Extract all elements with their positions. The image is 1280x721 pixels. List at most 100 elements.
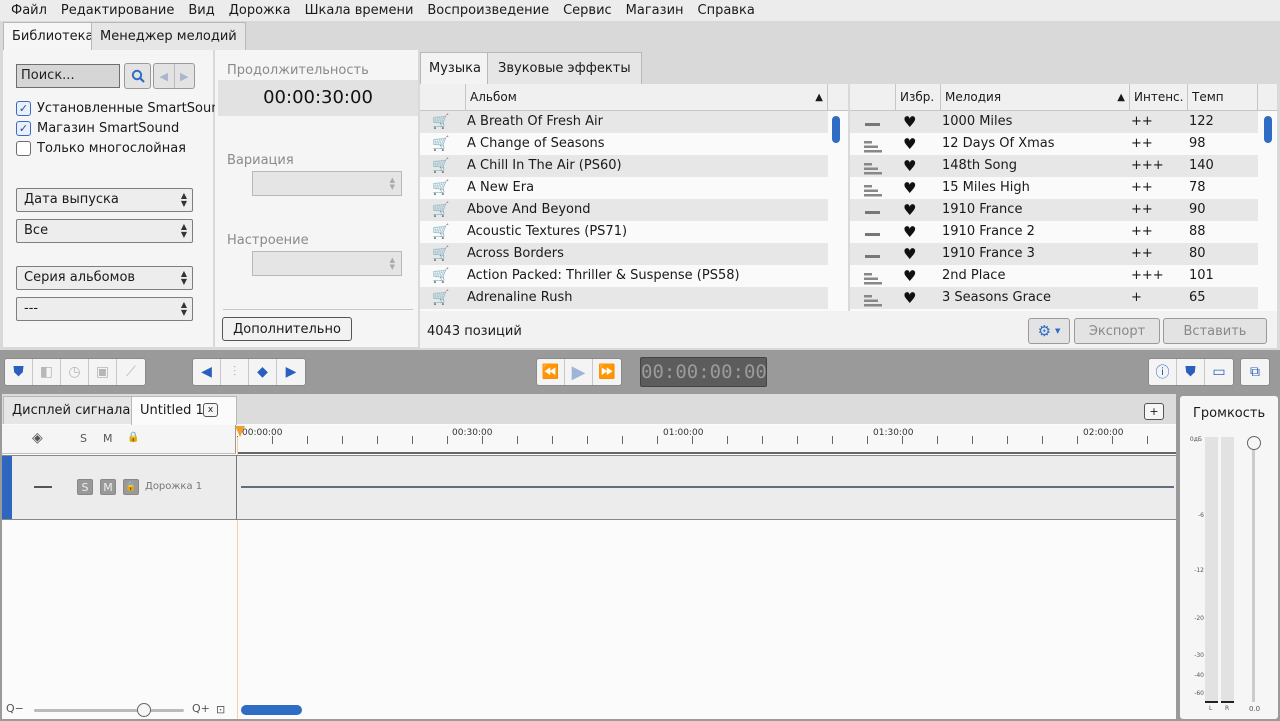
favorite-heart-icon[interactable]: ♥ [903,111,916,133]
tab-music[interactable]: Музыка [420,52,490,84]
song-row[interactable]: ♥ 1000 Miles ++ 122 [850,111,1258,133]
zoom-out-icon[interactable]: Q− [6,702,24,715]
album-row[interactable]: 🛒 Adrenaline Rush [420,287,828,309]
mute-all[interactable]: M [103,432,113,445]
checkbox-installed[interactable]: ✓ [16,100,31,116]
solo-all[interactable]: S [80,432,87,445]
track-mute-button[interactable]: M [100,479,116,495]
search-input[interactable]: Поиск... [16,64,120,88]
album-row[interactable]: 🛒 A Breath Of Fresh Air [420,111,828,133]
fit-icon[interactable]: ⊡ [216,703,225,716]
cart-icon[interactable]: 🛒 [432,114,449,130]
tab-project[interactable]: Untitled 1 [131,396,237,425]
menu-store[interactable]: Магазин [619,0,691,21]
cart-icon[interactable]: 🛒 [432,224,449,240]
prev-result-icon[interactable]: ◀ [154,64,175,88]
song-row[interactable]: ♥ 1910 France ++ 90 [850,199,1258,221]
close-tab-button[interactable]: x [203,403,218,417]
variation-select[interactable]: ▲ ▼ [252,171,402,196]
menu-playback[interactable]: Воспроизведение [420,0,556,21]
sort-range-select[interactable]: Все ▲ ▼ [16,219,193,243]
cart-icon[interactable]: 🛒 [432,202,449,218]
layers-icon[interactable]: ◈ [32,430,43,446]
duration-value[interactable]: 00:00:30:00 [218,80,418,116]
zoom-slider-track[interactable] [34,709,184,712]
volume-slider-handle[interactable] [1247,436,1261,450]
menu-view[interactable]: Вид [181,0,221,21]
mood-select[interactable]: ▲ ▼ [252,251,402,276]
volume-slider-track[interactable] [1252,444,1255,702]
lock-icon[interactable]: 🔒 [127,432,139,443]
fav-col-header[interactable]: Избр. [896,84,941,111]
favorite-heart-icon[interactable]: ♥ [903,133,916,155]
window-icon[interactable]: ▭ [1205,359,1233,385]
song-row[interactable]: ♥ 12 Days Of Xmas ++ 98 [850,133,1258,155]
album-row[interactable]: 🛒 A Chill In The Air (PS60) [420,155,828,177]
favorite-heart-icon[interactable]: ♥ [903,177,916,199]
filter-installed[interactable]: ✓ Установленные SmartSound [16,99,228,117]
next-marker-icon[interactable]: ▶ [277,359,305,385]
cart-icon[interactable]: 🛒 [432,268,449,284]
menu-tools[interactable]: Сервис [556,0,619,21]
menu-file[interactable]: Файл [4,0,54,21]
sort-by-select[interactable]: Дата выпуска ▲ ▼ [16,188,193,212]
collapse-icon[interactable] [34,486,52,488]
export-button[interactable]: Экспорт [1074,318,1160,344]
series-select[interactable]: Серия альбомов ▲ ▼ [16,266,193,290]
album-row[interactable]: 🛒 Acoustic Textures (PS71) [420,221,828,243]
series-value-select[interactable]: --- ▲ ▼ [16,297,193,321]
play-icon[interactable]: ▶ [565,359,593,385]
timeline-scrollbar[interactable] [241,705,302,715]
song-row[interactable]: ♥ 1910 France 2 ++ 88 [850,221,1258,243]
favorite-heart-icon[interactable]: ♥ [903,287,916,309]
playhead-marker[interactable] [235,426,245,437]
menu-help[interactable]: Справка [691,0,762,21]
zoom-in-icon[interactable]: Q+ [192,702,210,715]
album-row[interactable]: 🛒 Action Packed: Thriller & Suspense (PS5… [420,265,828,287]
menu-timeline[interactable]: Шкала времени [298,0,421,21]
album-col-header[interactable]: Альбом ▲ [466,84,828,111]
fast-forward-icon[interactable]: ⏩ [593,359,621,385]
intensity-col-header[interactable]: Интенс. [1130,84,1188,111]
cart-icon[interactable]: 🛒 [432,246,449,262]
song-row[interactable]: ♥ 3 Seasons Grace +65 [850,287,1258,309]
song-col-header[interactable]: Мелодия ▲ [941,84,1130,111]
favorite-heart-icon[interactable]: ♥ [903,155,916,177]
zoom-slider-handle[interactable] [137,703,151,717]
album-row[interactable]: 🛒 A Change of Seasons [420,133,828,155]
menu-track[interactable]: Дорожка [222,0,298,21]
split-icon[interactable]: ◧ [33,359,61,385]
album-scrollbar[interactable] [832,116,840,143]
search-button[interactable] [124,63,151,89]
favorite-heart-icon[interactable]: ♥ [903,221,916,243]
prev-marker-icon[interactable]: ◀ [193,359,221,385]
filter-layered[interactable]: Только многослойная [16,139,186,157]
info-icon[interactable]: ⓘ [1149,359,1177,385]
checkbox-layered[interactable] [16,140,31,156]
marker-view-icon[interactable]: ⛊ [1177,359,1205,385]
checkbox-store[interactable]: ✓ [16,120,31,136]
add-marker-icon[interactable]: ⛊ [5,359,33,385]
tempo-col-header[interactable]: Темп [1188,84,1258,111]
track-solo-button[interactable]: S [77,479,93,495]
menu-edit[interactable]: Редактирование [54,0,181,21]
filter-store[interactable]: ✓ Магазин SmartSound [16,119,179,137]
next-result-icon[interactable]: ▶ [175,64,195,88]
cart-icon[interactable]: 🛒 [432,290,449,306]
cart-icon[interactable]: 🛒 [432,180,449,196]
song-row[interactable]: ♥ 148th Song +++ 140 [850,155,1258,177]
album-row[interactable]: 🛒 A New Era [420,177,828,199]
settings-menu-button[interactable]: ⚙ ▼ [1028,318,1070,344]
favorite-heart-icon[interactable]: ♥ [903,265,916,287]
tab-library[interactable]: Библиотека [3,22,103,51]
favorite-heart-icon[interactable]: ♥ [903,199,916,221]
album-row[interactable]: 🛒 Above And Beyond [420,199,828,221]
rewind-icon[interactable]: ⏪ [537,359,565,385]
song-row[interactable]: ♥ 2nd Place +++ 101 [850,265,1258,287]
popout-icon[interactable]: ⧉ [1241,359,1269,385]
cart-icon[interactable]: 🛒 [432,158,449,174]
song-row[interactable]: ♥ 15 Miles High ++ 78 [850,177,1258,199]
insert-button[interactable]: Вставить [1163,318,1267,344]
tab-sound-effects[interactable]: Звуковые эффекты [487,52,642,84]
favorite-heart-icon[interactable]: ♥ [903,243,916,265]
